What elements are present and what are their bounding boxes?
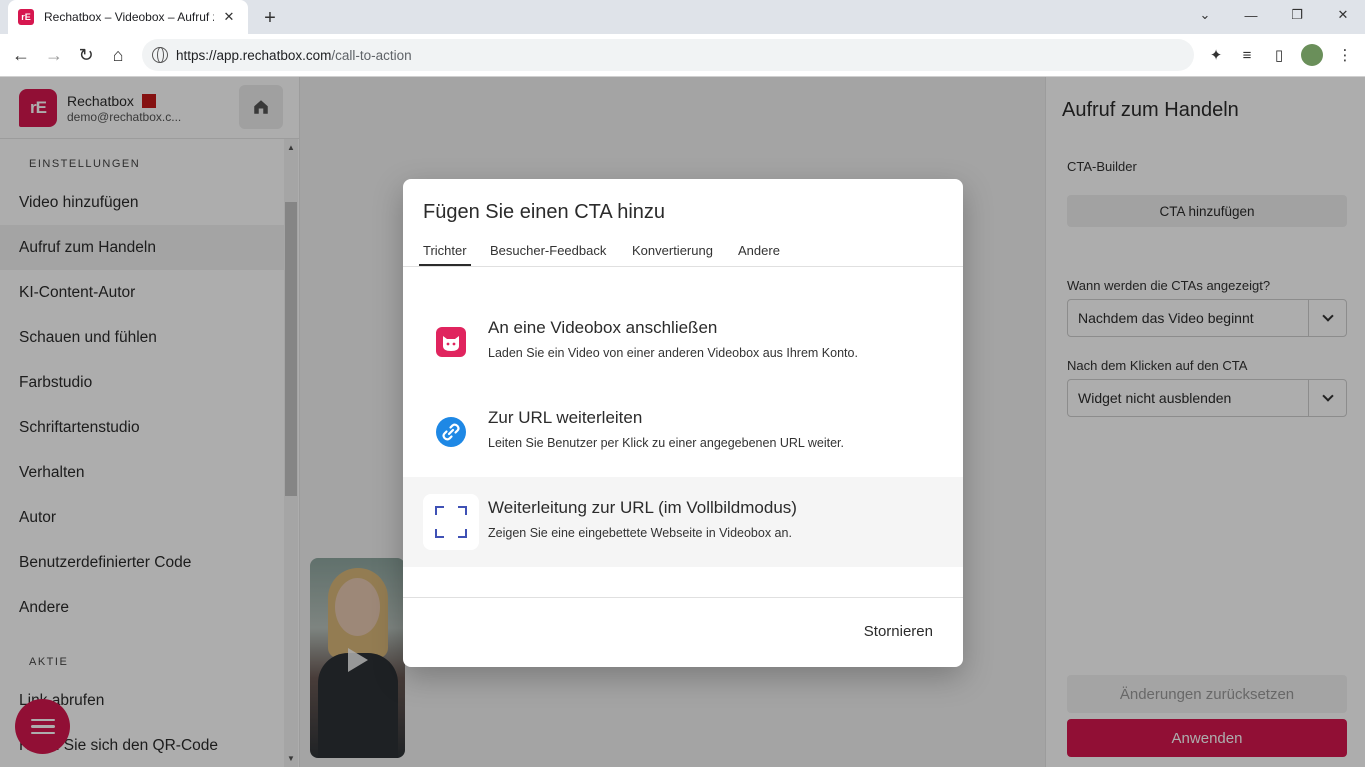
dialog-tabs: Trichter Besucher-Feedback Konvertierung… <box>403 241 963 267</box>
option-description: Laden Sie ein Video von einer anderen Vi… <box>488 346 858 360</box>
new-tab-icon[interactable]: + <box>258 6 282 30</box>
option-title: Zur URL weiterleiten <box>488 408 643 427</box>
home-icon[interactable]: ⌂ <box>105 42 131 68</box>
dialog-footer: Stornieren <box>403 597 963 667</box>
option-description: Zeigen Sie eine eingebettete Webseite in… <box>488 526 792 540</box>
add-cta-dialog: Fügen Sie einen CTA hinzu Trichter Besuc… <box>403 179 963 667</box>
profile-avatar[interactable] <box>1301 44 1323 66</box>
tab-close-icon[interactable]: ✕ <box>220 8 238 26</box>
menu-kebab-icon[interactable]: ⋮ <box>1334 44 1356 66</box>
option-redirect-url-fullscreen[interactable]: Weiterleitung zur URL (im Vollbildmodus)… <box>403 477 963 567</box>
restore-icon[interactable]: ❐ <box>1282 4 1312 26</box>
minimize-icon[interactable]: — <box>1236 4 1266 26</box>
option-title: Weiterleitung zur URL (im Vollbildmodus) <box>488 498 797 517</box>
videobox-icon <box>423 314 479 370</box>
reload-icon[interactable]: ↻ <box>73 42 99 68</box>
media-icon[interactable]: ≡ <box>1236 44 1258 66</box>
tab-conversion[interactable]: Konvertierung <box>632 243 713 258</box>
back-icon[interactable]: ← <box>8 42 34 68</box>
tab-other[interactable]: Andere <box>738 243 780 258</box>
browser-toolbar: ← → ↻ ⌂ https://app.rechatbox.com/call-t… <box>0 34 1365 77</box>
favicon-icon: rE <box>18 9 34 25</box>
site-info-icon[interactable] <box>152 47 168 63</box>
tab-search-icon[interactable]: ⌄ <box>1190 4 1220 26</box>
tab-funnel[interactable]: Trichter <box>419 243 471 266</box>
option-description: Leiten Sie Benutzer per Klick zu einer a… <box>488 436 845 450</box>
extensions-icon[interactable]: ✦ <box>1205 44 1227 66</box>
window-close-icon[interactable]: ✕ <box>1328 4 1358 26</box>
option-redirect-url[interactable]: Zur URL weiterleiten Leiten Sie Benutzer… <box>403 387 963 477</box>
side-panel-icon[interactable]: ▯ <box>1268 44 1290 66</box>
tab-title: Rechatbox – Videobox – Aufruf z <box>44 10 214 24</box>
option-connect-videobox[interactable]: An eine Videobox anschließen Laden Sie e… <box>403 297 963 387</box>
browser-chrome: rE Rechatbox – Videobox – Aufruf z ✕ + ⌄… <box>0 0 1365 77</box>
tab-strip: rE Rechatbox – Videobox – Aufruf z ✕ + ⌄… <box>0 0 1365 34</box>
address-bar[interactable]: https://app.rechatbox.com/call-to-action <box>142 39 1194 71</box>
forward-icon[interactable]: → <box>41 42 67 68</box>
url-text: https://app.rechatbox.com/call-to-action <box>176 47 412 63</box>
tab-visitor-feedback[interactable]: Besucher-Feedback <box>490 243 606 258</box>
browser-tab[interactable]: rE Rechatbox – Videobox – Aufruf z ✕ <box>8 0 248 34</box>
dialog-title: Fügen Sie einen CTA hinzu <box>423 201 666 223</box>
fullscreen-icon <box>423 494 479 550</box>
link-icon <box>423 404 479 460</box>
option-title: An eine Videobox anschließen <box>488 318 718 337</box>
cancel-button[interactable]: Stornieren <box>864 623 933 640</box>
